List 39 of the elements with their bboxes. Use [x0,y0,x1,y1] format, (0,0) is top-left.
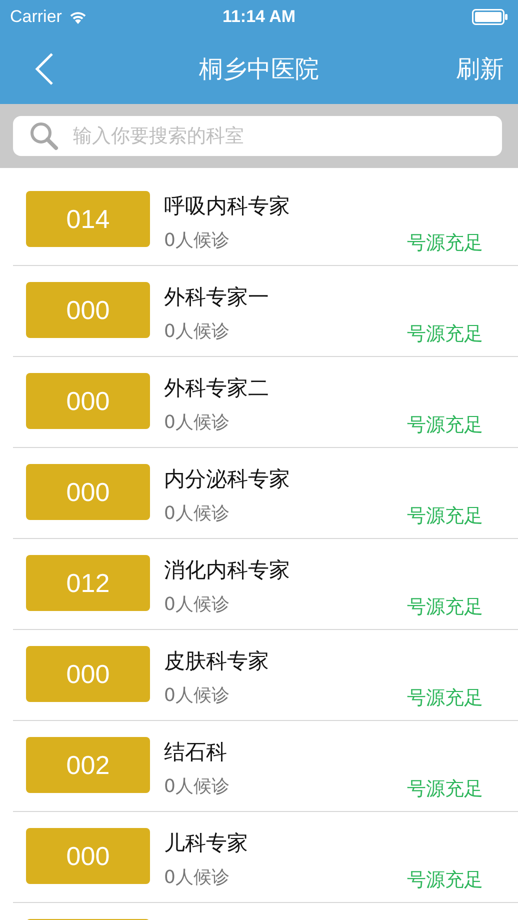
search-field[interactable]: 输入你要搜索的科室 [13,116,502,156]
waiting-count: 0人候诊 [164,411,230,435]
queue-badge: 000 [26,646,150,702]
availability-status: 号源充足 [407,868,483,893]
nav-title: 桐乡中医院 [199,54,319,85]
waiting-count: 0人候诊 [164,593,230,617]
department-name[interactable]: 结石科 [164,738,483,766]
availability-status: 号源充足 [407,504,483,529]
queue-badge: 002 [26,737,150,793]
battery-icon [472,9,508,25]
wifi-icon [68,10,88,24]
carrier-label: Carrier [10,7,62,27]
waiting-count: 0人候诊 [164,775,230,799]
queue-badge: 000 [26,464,150,520]
queue-badge: 014 [26,191,150,247]
queue-badge: 000 [26,282,150,338]
department-name[interactable]: 内分泌科专家 [164,465,483,493]
availability-status: 号源充足 [407,595,483,620]
availability-status: 号源充足 [407,322,483,347]
availability-status: 号源充足 [407,777,483,802]
department-name[interactable]: 儿科专家 [164,829,483,857]
availability-status: 号源充足 [407,413,483,438]
availability-status: 号源充足 [407,686,483,711]
waiting-count: 0人候诊 [164,320,230,344]
back-icon[interactable] [34,52,54,86]
waiting-count: 0人候诊 [164,502,230,526]
department-name[interactable]: 外科专家二 [164,374,483,402]
queue-badge: 012 [26,555,150,611]
status-time: 11:14 AM [222,7,296,27]
department-name[interactable]: 呼吸内科专家 [164,192,483,220]
waiting-count: 0人候诊 [164,684,230,708]
waiting-count: 0人候诊 [164,229,230,253]
availability-status: 号源充足 [407,231,483,256]
waiting-count: 0人候诊 [164,866,230,890]
queue-badge: 000 [26,828,150,884]
queue-badge: 000 [26,373,150,429]
department-name[interactable]: 外科专家一 [164,283,483,311]
department-name[interactable]: 皮肤科专家 [164,647,483,675]
department-name[interactable]: 消化内科专家 [164,556,483,584]
